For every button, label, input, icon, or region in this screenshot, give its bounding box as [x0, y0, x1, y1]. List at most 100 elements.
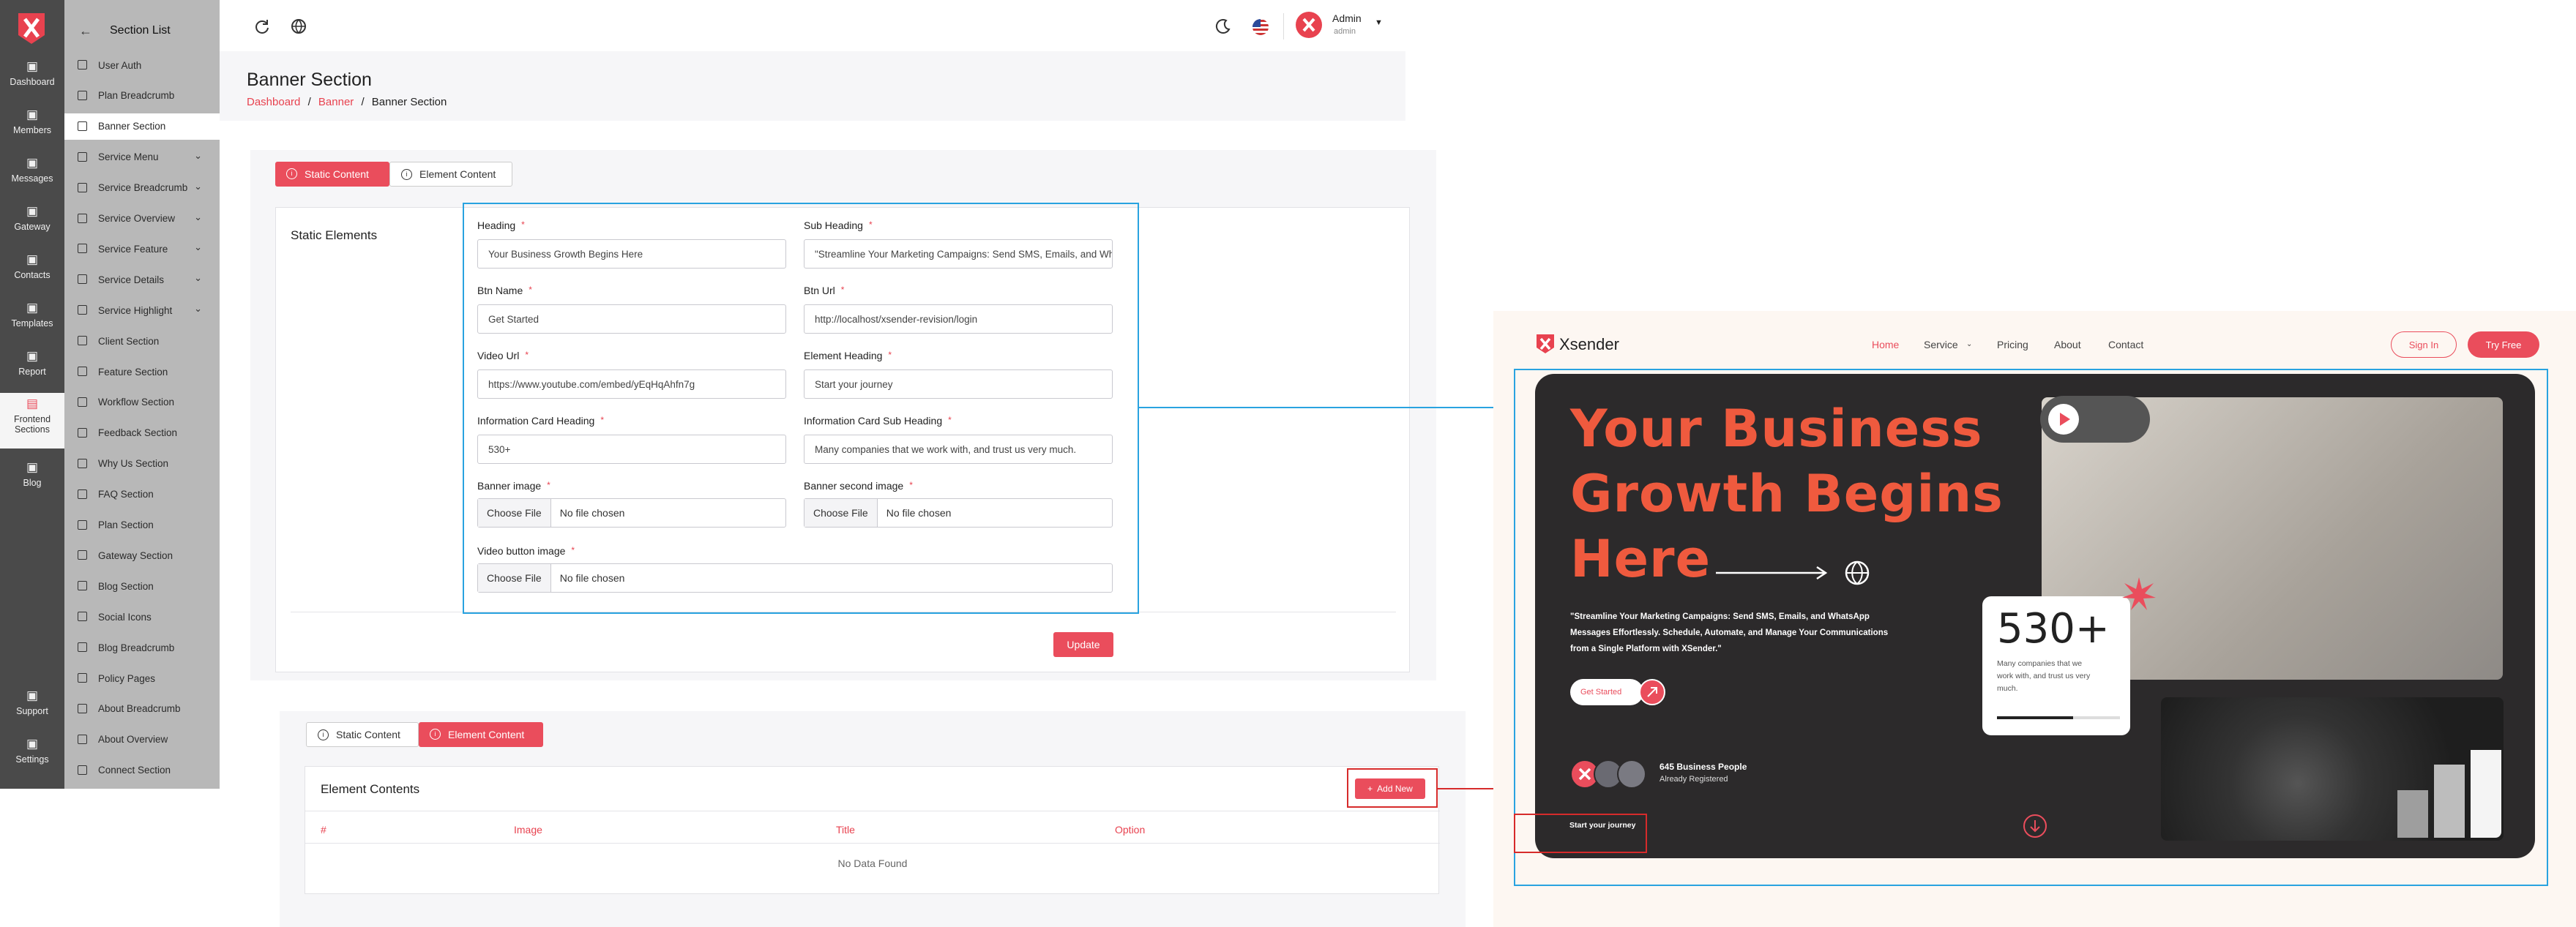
section-item[interactable]: Client Section: [64, 328, 220, 354]
globe-icon[interactable]: [291, 18, 307, 34]
grid-icon: ▣: [26, 59, 39, 73]
section-icon: [78, 90, 87, 100]
section-icon: [78, 550, 87, 560]
section-item[interactable]: Why Us Section: [64, 451, 220, 477]
card-title: Static Elements: [291, 228, 378, 242]
sign-in-button[interactable]: Sign In: [2391, 331, 2457, 358]
section-item[interactable]: Plan Section: [64, 512, 220, 538]
section-icon: [78, 642, 87, 653]
section-item[interactable]: Connect Section: [64, 757, 220, 784]
section-item[interactable]: Service Overview ⌄: [64, 206, 220, 232]
section-item[interactable]: Service Details ⌄: [64, 266, 220, 293]
tab-element-content[interactable]: i Element Content: [389, 162, 512, 187]
section-item-label: Service Highlight: [98, 304, 173, 316]
tab-static-content-2[interactable]: i Static Content: [306, 722, 419, 747]
app-logo-icon[interactable]: [15, 10, 48, 45]
layers-icon: ▣: [26, 301, 39, 315]
nav-pricing[interactable]: Pricing: [1997, 339, 2028, 350]
breadcrumb-separator: /: [307, 96, 311, 108]
chevron-down-icon[interactable]: ⌄: [194, 211, 202, 223]
section-item[interactable]: Service Menu ⌄: [64, 144, 220, 170]
section-item-label: Feature Section: [98, 366, 168, 378]
rail-item-dashboard[interactable]: ▣ Dashboard: [0, 59, 64, 88]
section-item[interactable]: Service Breadcrumb ⌄: [64, 175, 220, 201]
try-free-button[interactable]: Try Free: [2468, 331, 2539, 358]
section-item[interactable]: About Breadcrumb: [64, 696, 220, 722]
section-icon: [78, 673, 87, 683]
rail-item-contacts[interactable]: ▣ Contacts: [0, 253, 64, 281]
rail-item-support[interactable]: ▣ Support: [0, 689, 64, 717]
refresh-icon[interactable]: [254, 18, 270, 34]
section-item-label: About Overview: [98, 734, 168, 746]
back-arrow-icon[interactable]: ←: [79, 23, 92, 39]
chevron-down-icon[interactable]: ⌄: [194, 150, 202, 162]
section-item[interactable]: Service Highlight ⌄: [64, 297, 220, 323]
section-item[interactable]: Plan Breadcrumb: [64, 83, 220, 109]
section-item[interactable]: Workflow Section: [64, 389, 220, 416]
page-title: Banner Section: [247, 70, 372, 90]
rail-item-settings[interactable]: ▣ Settings: [0, 738, 64, 765]
section-item-label: Service Menu: [98, 151, 159, 163]
rail-item-frontend[interactable]: ▤ Frontend Sections: [0, 393, 64, 449]
user-name[interactable]: Admin: [1332, 12, 1362, 24]
rail-item-members[interactable]: ▣ Members: [0, 108, 64, 136]
section-icon: [78, 336, 87, 346]
chevron-down-icon[interactable]: ⌄: [194, 272, 202, 284]
chevron-down-icon[interactable]: ⌄: [194, 303, 202, 315]
section-item[interactable]: Blog Breadcrumb: [64, 634, 220, 661]
blog-icon: ▣: [26, 460, 39, 474]
avatar[interactable]: [1296, 12, 1322, 38]
element-contents-card: Element Contents + Add New # Image Title …: [305, 766, 1440, 894]
section-item[interactable]: Banner Section: [64, 113, 220, 140]
section-item[interactable]: Social Icons: [64, 604, 220, 630]
rail-label: Dashboard: [10, 77, 55, 87]
breadcrumb-dashboard[interactable]: Dashboard: [247, 96, 300, 108]
rail-item-messages[interactable]: ▣ Messages: [0, 157, 64, 184]
section-item-label: Connect Section: [98, 765, 171, 776]
nav-about[interactable]: About: [2054, 339, 2081, 350]
info-icon: i: [430, 729, 441, 740]
form-highlight-box: [463, 203, 1139, 614]
breadcrumb-separator: /: [361, 96, 365, 108]
dark-mode-icon[interactable]: [1215, 18, 1231, 34]
col-number: #: [321, 824, 326, 836]
update-button[interactable]: Update: [1053, 632, 1113, 657]
section-item[interactable]: Feature Section: [64, 359, 220, 385]
section-item[interactable]: Gateway Section: [64, 542, 220, 568]
chevron-down-icon[interactable]: ⌄: [194, 181, 202, 192]
icon-rail: ▣ Dashboard ▣ Members ▣ Messages ▣ Gateway ▣ Cont…: [0, 0, 64, 789]
us-flag-icon[interactable]: [1252, 18, 1269, 36]
breadcrumb-banner[interactable]: Banner: [318, 96, 354, 108]
tab-element-content-2[interactable]: i Element Content: [419, 722, 543, 747]
section-list-panel: ← Section List User Auth Plan Breadcrumb B…: [64, 0, 220, 789]
tab-static-content[interactable]: i Static Content: [275, 162, 389, 187]
chevron-down-icon[interactable]: ⌄: [194, 241, 202, 253]
section-item-label: Client Section: [98, 335, 160, 347]
nav-service[interactable]: Service: [1924, 339, 1958, 350]
section-item-label: Service Overview: [98, 213, 176, 224]
section-item[interactable]: Policy Pages: [64, 665, 220, 691]
section-item[interactable]: Blog Section: [64, 573, 220, 599]
rail-item-gateway[interactable]: ▣ Gateway: [0, 205, 64, 233]
settings-icon: ▣: [26, 737, 39, 751]
rail-item-blog[interactable]: ▣ Blog: [0, 460, 64, 489]
nav-home[interactable]: Home: [1872, 339, 1899, 350]
journey-highlight-box: [1514, 814, 1647, 853]
rail-label: Blog: [23, 478, 42, 488]
rail-item-report[interactable]: ▣ Report: [0, 349, 64, 378]
section-item[interactable]: Service Feature ⌄: [64, 236, 220, 262]
brand-name: Xsender: [1559, 335, 1619, 353]
section-icon: [78, 60, 87, 70]
nav-contact[interactable]: Contact: [2108, 339, 2143, 350]
rail-label: Contacts: [14, 270, 51, 280]
section-item[interactable]: User Auth: [64, 52, 220, 78]
chevron-down-icon[interactable]: ▼: [1375, 18, 1383, 27]
section-item[interactable]: Feedback Section: [64, 420, 220, 446]
tab-label: Element Content: [448, 729, 525, 740]
report-icon: ▣: [26, 349, 39, 363]
section-item[interactable]: About Overview: [64, 727, 220, 753]
section-item[interactable]: FAQ Section: [64, 481, 220, 508]
section-icon: [78, 489, 87, 499]
rail-item-templates[interactable]: ▣ Templates: [0, 301, 64, 329]
section-icon: [78, 734, 87, 744]
